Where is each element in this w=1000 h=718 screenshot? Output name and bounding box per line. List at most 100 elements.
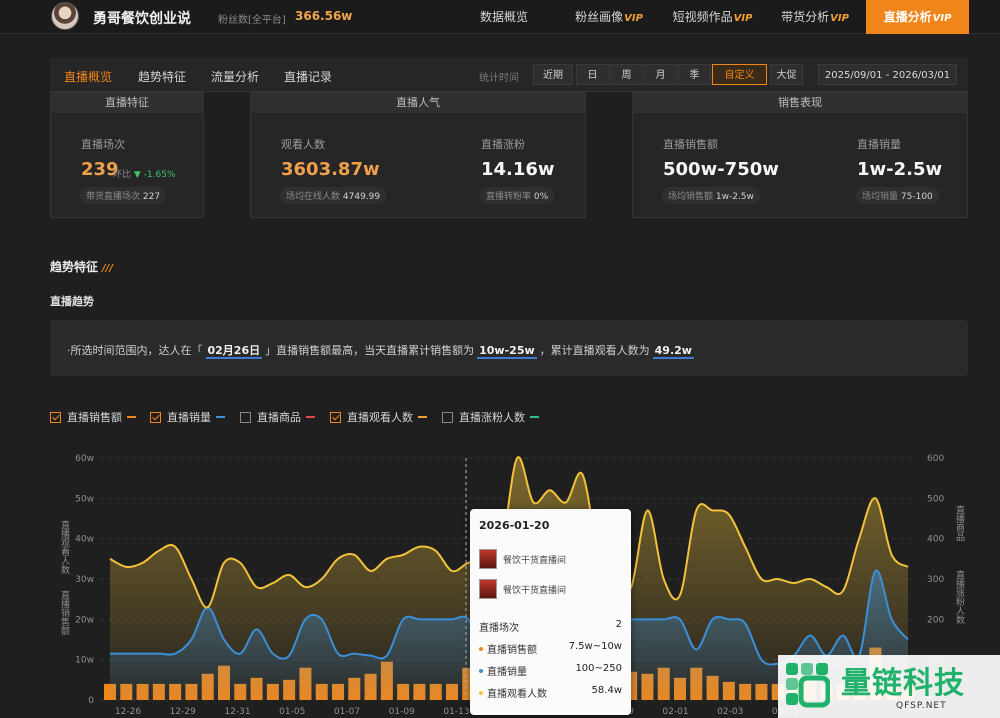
checkbox-checked[interactable] [150, 412, 161, 423]
card-title: 销售表现 [633, 93, 967, 113]
avg-sales-badge: 场均销售额 1w-2.5w [662, 187, 760, 204]
bar-sales-amount [315, 683, 328, 700]
legend-fans-gain[interactable]: 直播涨粉人数 [442, 409, 539, 425]
tab-live-overview[interactable]: 直播概览 [64, 68, 112, 85]
y-tick-label-left: 40w [75, 535, 94, 545]
checkbox-unchecked[interactable] [240, 412, 251, 423]
nav-label: 带货分析 [781, 10, 830, 24]
avg-online-badge: 场均在线人数 4749.99 [280, 187, 387, 204]
bar-sales-amount [169, 683, 182, 700]
y-tick-label-right: 300 [927, 575, 944, 585]
tooltip-room-item[interactable]: 餐饮干货直播间 [479, 549, 566, 569]
tab-live-records[interactable]: 直播记录 [284, 68, 332, 85]
viewers-value: 3603.87w [281, 159, 380, 180]
bar-sales-amount [299, 667, 312, 700]
tooltip-row: 直播销售额 7.5w~10w [479, 641, 622, 656]
nav-data-overview[interactable]: 数据概览 [465, 0, 543, 34]
nav-fans-portrait[interactable]: 粉丝画像VIP [563, 0, 655, 34]
nav-short-video[interactable]: 短视频作品VIP [660, 0, 765, 34]
nav-label: 直播分析 [883, 10, 932, 24]
sessions-label: 直播场次 [81, 138, 125, 151]
y-tick-label-right: 600 [927, 454, 944, 464]
nav-label: 短视频作品 [672, 10, 733, 24]
fans-value: 366.56w [295, 9, 353, 23]
tab-trend-features[interactable]: 趋势特征 [138, 68, 186, 85]
range-week[interactable]: 周 [610, 64, 643, 85]
row-value: 100~250 [575, 663, 622, 674]
tooltip-row: 直播观看人数 58.4w [479, 685, 622, 700]
range-month[interactable]: 月 [644, 64, 677, 85]
series-dot [479, 647, 483, 651]
sub-label: 带货直播场次 [86, 192, 141, 202]
room-name: 餐饮干货直播间 [503, 556, 567, 566]
checkbox-unchecked[interactable] [442, 412, 453, 423]
nav-live-analysis[interactable]: 直播分析VIP [866, 0, 969, 34]
legend-viewers[interactable]: 直播观看人数 [330, 409, 427, 425]
chart-tooltip: 2026-01-20 餐饮干货直播间 餐饮干货直播间 直播场次 2 直播销售额 7.… [470, 509, 631, 715]
huanbi: 环比 ▼ -1.65% [113, 167, 176, 180]
range-recent[interactable]: 近期 [533, 64, 573, 85]
range-quarter[interactable]: 季 [678, 64, 711, 85]
x-tick-label: 01-07 [334, 707, 360, 717]
sub-value: 0% [533, 192, 549, 202]
avatar[interactable] [51, 2, 79, 30]
legend-sales-qty[interactable]: 直播销量 [150, 409, 225, 425]
range-day[interactable]: 日 [576, 64, 609, 85]
y-axis-label-viewers: 直播观看人数 [59, 520, 69, 574]
date-range-picker[interactable]: 2025/09/01 - 2026/03/01 [818, 64, 957, 85]
card-title: 直播人气 [251, 93, 585, 113]
vip-badge: VIP [830, 13, 849, 24]
bar-sales-amount [185, 683, 198, 700]
sub-value: 1w-2.5w [715, 192, 754, 202]
y-tick-label-right: 200 [927, 615, 944, 625]
x-tick-label: 12-26 [115, 707, 141, 717]
row-label: 直播观看人数 [487, 689, 547, 700]
room-name: 餐饮干货直播间 [503, 586, 567, 596]
vip-badge: VIP [624, 13, 643, 24]
legend-sales-amount[interactable]: 直播销售额 [50, 409, 136, 425]
top-bar: 勇哥餐饮创业说 粉丝数[全平台] 366.56w 数据概览 粉丝画像VIP 短视… [0, 0, 1000, 34]
y-tick-label-left: 30w [75, 575, 94, 585]
nav-label: 粉丝画像 [575, 10, 624, 24]
sub-label: 直播转粉率 [486, 192, 532, 202]
row-value: 58.4w [591, 685, 622, 696]
insight-part: ，累计直播观看人数为 [539, 344, 650, 357]
series-dot [479, 669, 483, 673]
legend-products[interactable]: 直播商品 [240, 409, 315, 425]
row-label: 直播销售额 [487, 645, 537, 656]
sub-label: 场均销售额 [668, 192, 714, 202]
sales-amount-label: 直播销售额 [663, 138, 718, 151]
range-promo[interactable]: 大促 [770, 64, 803, 85]
tab-traffic-analysis[interactable]: 流量分析 [211, 68, 259, 85]
checkbox-checked[interactable] [330, 412, 341, 423]
x-tick-label: 02-03 [717, 707, 743, 717]
insight-amount: 10w-25w [477, 344, 537, 359]
fans-gain-label: 直播涨粉 [481, 138, 525, 151]
watermark-logo: 量链科技 QFSP.NET [778, 655, 1000, 718]
bar-sales-amount [250, 677, 263, 700]
insight-part: ·所选时间范围内，达人在「 [67, 344, 203, 357]
legend-swatch [216, 416, 225, 418]
bar-sales-amount [136, 683, 149, 700]
huanbi-label: 环比 [113, 170, 132, 180]
legend-swatch [127, 416, 136, 418]
range-custom[interactable]: 自定义 [712, 64, 767, 85]
bar-sales-amount [722, 681, 735, 700]
bar-sales-amount [332, 683, 344, 700]
card-title: 直播特征 [51, 93, 203, 113]
legend-label: 直播涨粉人数 [459, 411, 525, 424]
bar-sales-amount [397, 683, 410, 700]
tooltip-row: 直播场次 2 [479, 619, 622, 634]
bar-sales-amount [429, 683, 442, 700]
tooltip-room-item[interactable]: 餐饮干货直播间 [479, 579, 566, 599]
nav-label: 数据概览 [479, 10, 528, 24]
y-axis-label-fans: 直播涨粉人数 [954, 570, 964, 624]
checkbox-checked[interactable] [50, 412, 61, 423]
nav-sales-analysis[interactable]: 带货分析VIP [770, 0, 860, 34]
bar-sales-amount [690, 667, 703, 700]
sales-qty-value: 1w-2.5w [857, 159, 943, 180]
row-label: 直播销量 [487, 667, 527, 678]
y-axis-label-sales: 直播销售额 [59, 590, 69, 635]
bar-sales-amount [413, 683, 426, 700]
sub-value: 75-100 [900, 192, 933, 202]
